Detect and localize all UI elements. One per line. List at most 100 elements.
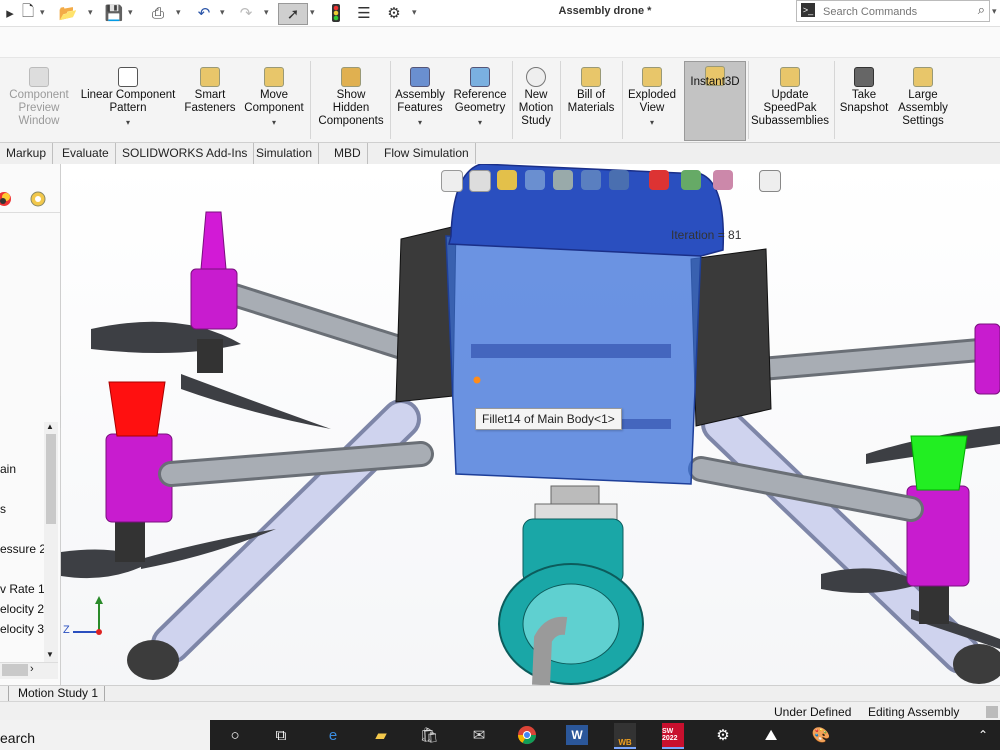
tree-item[interactable]: s bbox=[0, 502, 6, 516]
linear-component-pattern-button[interactable]: Linear Component Pattern ▾ bbox=[78, 63, 178, 135]
search-commands-box[interactable]: >_ ⌕ bbox=[796, 0, 990, 22]
exploded-view-dropdown-caret[interactable]: ▾ bbox=[624, 116, 680, 129]
horizontal-scrollbar[interactable]: › bbox=[0, 662, 58, 679]
new-motion-study-button[interactable]: New Motion Study bbox=[514, 63, 558, 135]
battery-pack-right[interactable] bbox=[690, 248, 772, 427]
exploded-view-button[interactable]: Exploded View ▾ bbox=[624, 63, 680, 135]
select-arrow-icon[interactable]: ➚ bbox=[278, 3, 308, 25]
previous-view-icon[interactable] bbox=[497, 170, 517, 190]
file-explorer-icon[interactable]: ▰ bbox=[370, 725, 392, 745]
graphics-viewport[interactable]: Iteration = 81 Fillet14 of Main Body<1> … bbox=[61, 164, 1000, 685]
tree-item[interactable]: elocity 2 bbox=[0, 602, 44, 616]
section-view-icon[interactable] bbox=[525, 170, 545, 190]
vertical-scrollbar[interactable]: ▲ ▼ bbox=[44, 422, 58, 662]
scroll-up-icon[interactable]: ▲ bbox=[46, 422, 54, 431]
tab-evaluate[interactable]: Evaluate bbox=[56, 143, 116, 165]
propeller-blade[interactable] bbox=[181, 374, 331, 429]
dynamic-annotation-icon[interactable] bbox=[553, 170, 573, 190]
tab-simulation[interactable]: Simulation bbox=[250, 143, 320, 165]
undo-dropdown-caret[interactable]: ▾ bbox=[220, 7, 225, 18]
drone-arm-front-left[interactable] bbox=[158, 441, 434, 487]
scroll-right-icon[interactable]: › bbox=[30, 663, 34, 675]
scroll-down-icon[interactable]: ▼ bbox=[46, 650, 54, 659]
store-icon[interactable]: 🛍 bbox=[418, 725, 440, 745]
search-icon[interactable]: ⌕ bbox=[978, 2, 985, 18]
tab-markup[interactable]: Markup bbox=[0, 143, 54, 165]
smart-fasteners-button[interactable]: Smart Fasteners bbox=[180, 63, 240, 135]
assembly-features-dropdown-caret[interactable]: ▾ bbox=[393, 116, 447, 129]
print-dropdown-caret[interactable]: ▾ bbox=[176, 7, 181, 18]
cortana-circle-icon[interactable]: ○ bbox=[224, 725, 246, 745]
new-dropdown-caret[interactable]: ▾ bbox=[40, 7, 45, 18]
rebuild-traffic-light-icon[interactable] bbox=[326, 3, 346, 23]
drone-arm-back-right[interactable] bbox=[749, 337, 1000, 381]
redo-icon[interactable]: ↷ bbox=[236, 3, 256, 23]
update-speedpak-button[interactable]: Update SpeedPak Subassemblies bbox=[750, 63, 830, 135]
show-hidden-components-button[interactable]: Show Hidden Components bbox=[314, 63, 388, 135]
move-component-dropdown-caret[interactable]: ▾ bbox=[242, 116, 306, 129]
edge-browser-icon[interactable]: e bbox=[322, 725, 344, 745]
zoom-to-area-icon[interactable] bbox=[469, 170, 491, 192]
chrome-icon[interactable] bbox=[516, 725, 538, 745]
photos-icon[interactable]: ⛰ bbox=[760, 725, 782, 745]
open-dropdown-caret[interactable]: ▾ bbox=[88, 7, 93, 18]
tree-item[interactable]: elocity 3 bbox=[0, 622, 44, 636]
tree-item[interactable]: ain bbox=[0, 462, 16, 476]
take-snapshot-button[interactable]: Take Snapshot bbox=[836, 63, 892, 135]
large-assembly-settings-button[interactable]: Large Assembly Settings bbox=[894, 63, 952, 135]
camera-gimbal[interactable] bbox=[498, 485, 644, 685]
appearance-tab-icon[interactable] bbox=[0, 188, 20, 210]
file-properties-icon[interactable]: ☰ bbox=[354, 3, 374, 23]
green-cap[interactable] bbox=[910, 435, 968, 491]
options-gear-icon[interactable]: ⚙ bbox=[384, 3, 404, 23]
tab-mbd[interactable]: MBD bbox=[328, 143, 368, 165]
save-dropdown-caret[interactable]: ▾ bbox=[128, 7, 133, 18]
search-dropdown-caret[interactable]: ▾ bbox=[992, 6, 997, 17]
apply-scene-icon[interactable] bbox=[713, 170, 733, 190]
edit-appearance-icon[interactable] bbox=[681, 170, 701, 190]
display-style-icon[interactable] bbox=[609, 170, 629, 190]
taskbar-search-box[interactable]: earch bbox=[0, 720, 210, 750]
tab-flow-simulation[interactable]: Flow Simulation bbox=[378, 143, 476, 165]
display-manager-icon[interactable] bbox=[28, 190, 48, 208]
reference-geometry-button[interactable]: Reference Geometry ▾ bbox=[450, 63, 510, 135]
settings-gear-icon[interactable]: ⚙ bbox=[712, 725, 734, 745]
search-commands-input[interactable] bbox=[821, 3, 965, 20]
open-folder-icon[interactable]: 📂 bbox=[58, 3, 78, 23]
zoom-to-fit-icon[interactable] bbox=[441, 170, 463, 192]
main-body[interactable] bbox=[445, 164, 725, 485]
reference-geometry-dropdown-caret[interactable]: ▾ bbox=[450, 116, 510, 129]
workbench-app-icon[interactable]: WB bbox=[614, 723, 636, 749]
menu-arrow-icon[interactable]: ▸ bbox=[0, 3, 20, 23]
move-component-button[interactable]: Move Component ▾ bbox=[242, 63, 306, 135]
hide-show-items-icon[interactable] bbox=[649, 170, 669, 190]
redo-dropdown-caret[interactable]: ▾ bbox=[264, 7, 269, 18]
instant3d-button[interactable]: Instant3D bbox=[684, 61, 746, 141]
new-document-icon[interactable]: 🗋 bbox=[18, 3, 38, 23]
status-options-icon[interactable] bbox=[986, 706, 998, 718]
save-icon[interactable]: 💾 bbox=[104, 3, 124, 23]
system-tray-chevron-icon[interactable]: ⌃ bbox=[972, 725, 994, 745]
red-cap[interactable] bbox=[108, 381, 166, 437]
component-preview-window-button[interactable]: Component Preview Window bbox=[4, 63, 74, 135]
tree-item[interactable]: essure 2 bbox=[0, 542, 46, 556]
tab-solidworks-add-ins[interactable]: SOLIDWORKS Add-Ins bbox=[116, 143, 255, 165]
assembly-features-button[interactable]: Assembly Features ▾ bbox=[393, 63, 447, 135]
selection-point[interactable] bbox=[473, 376, 481, 384]
paint-icon[interactable]: 🎨 bbox=[810, 725, 832, 745]
options-dropdown-caret[interactable]: ▾ bbox=[412, 7, 417, 18]
hscroll-thumb[interactable] bbox=[2, 664, 28, 676]
drone-arm-back-left[interactable] bbox=[219, 282, 433, 366]
mail-icon[interactable]: ✉ bbox=[468, 725, 490, 745]
scrollbar-thumb[interactable] bbox=[46, 434, 56, 524]
tree-item[interactable]: v Rate 1 bbox=[0, 582, 45, 596]
view-orientation-icon[interactable] bbox=[581, 170, 601, 190]
select-dropdown-caret[interactable]: ▾ bbox=[310, 7, 315, 18]
task-view-icon[interactable]: ⧉ bbox=[270, 725, 292, 745]
word-icon[interactable]: W bbox=[566, 725, 588, 745]
print-icon[interactable]: ⎙ bbox=[148, 3, 168, 23]
leg-foot-left[interactable] bbox=[127, 640, 179, 680]
linear-pattern-dropdown-caret[interactable]: ▾ bbox=[78, 116, 178, 129]
view-settings-monitor-icon[interactable] bbox=[759, 170, 781, 192]
solidworks-app-icon[interactable]: SW 2022 bbox=[662, 723, 684, 749]
